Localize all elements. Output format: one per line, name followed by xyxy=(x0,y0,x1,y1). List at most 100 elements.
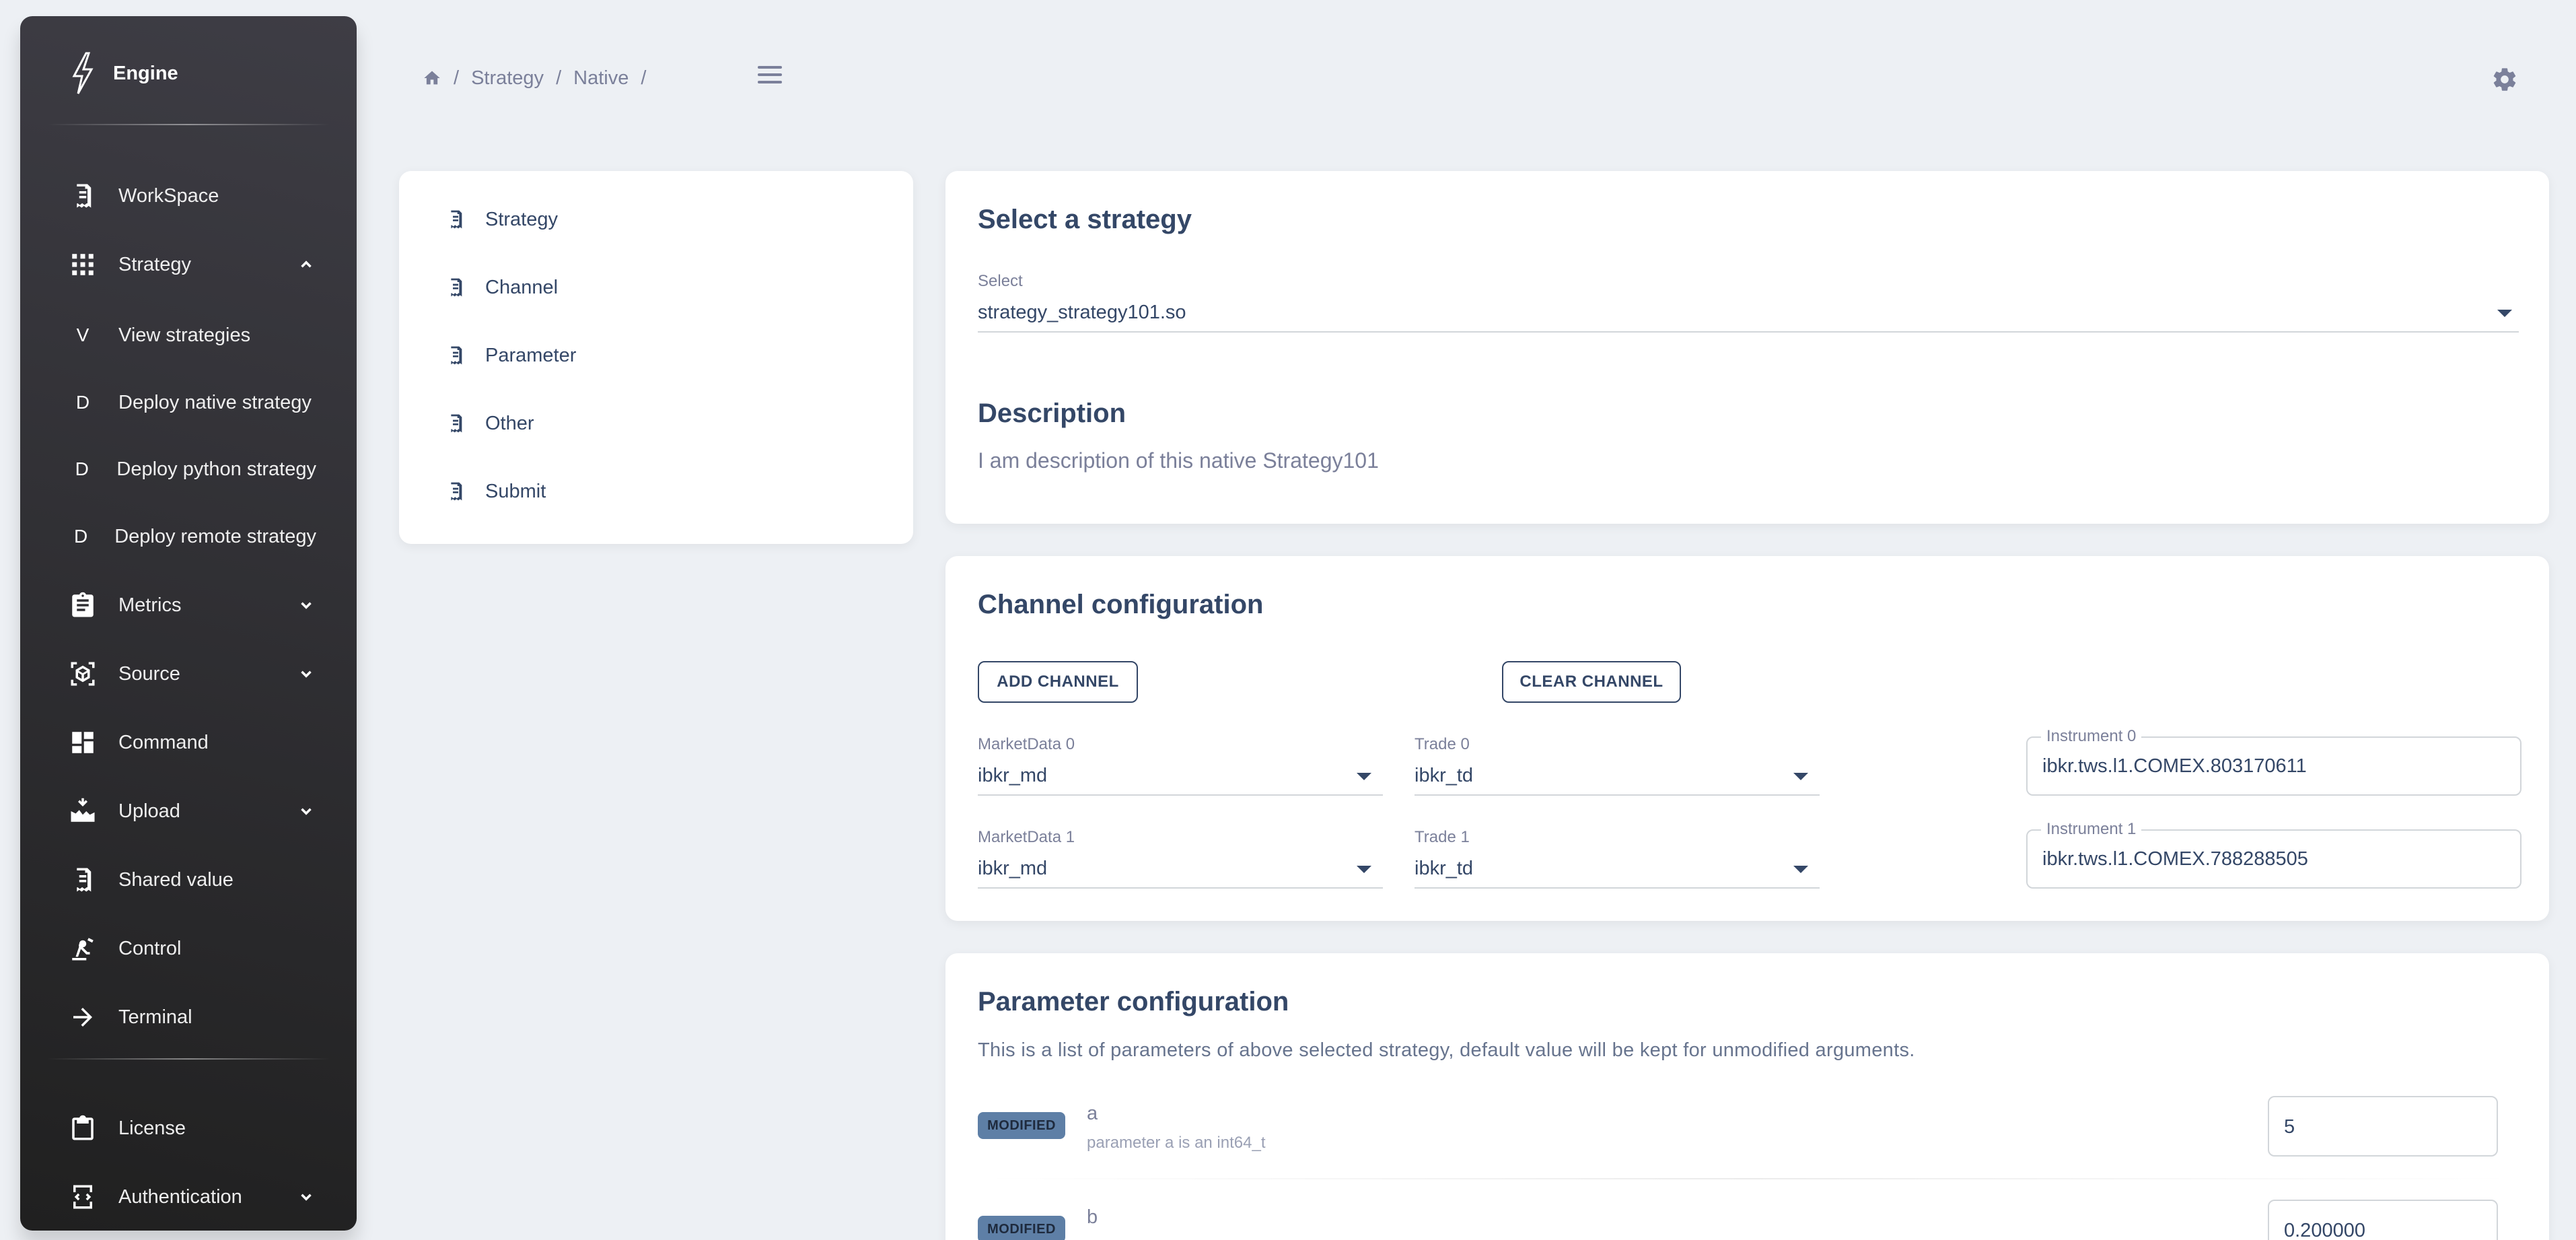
instrument-field[interactable]: Instrument 1 ibkr.tws.l1.COMEX.788288505 xyxy=(2026,820,2521,889)
select-underline xyxy=(978,887,1383,889)
breadcrumb-separator: / xyxy=(641,67,647,89)
sidebar-item-strategy[interactable]: Strategy xyxy=(67,238,316,291)
select-strategy-card: Select a strategy Select strategy_strate… xyxy=(945,171,2549,524)
param-value: 0.200000 xyxy=(2284,1220,2365,1240)
sidebar-item-deploy-python-strategy[interactable]: D Deploy python strategy xyxy=(67,442,316,496)
chevron-down-icon[interactable] xyxy=(296,1187,316,1207)
breadcrumb-separator: / xyxy=(556,67,562,89)
step-label: Other xyxy=(485,412,534,434)
chevron-up-icon[interactable] xyxy=(296,254,316,275)
menu-toggle-icon[interactable] xyxy=(756,63,783,88)
brand-name: Engine xyxy=(113,62,178,84)
sidebar: Engine WorkSpace Strategy V View strateg… xyxy=(20,16,357,1231)
sidebar-item-label: WorkSpace xyxy=(118,184,219,207)
sidebar-item-label: Shared value xyxy=(118,868,234,891)
chevron-down-icon[interactable] xyxy=(296,595,316,615)
sidebar-item-label: Command xyxy=(118,731,209,753)
step-parameter[interactable]: Parameter xyxy=(445,335,576,376)
sidebar-item-letter: D xyxy=(73,526,88,547)
breadcrumb-item-strategy[interactable]: Strategy xyxy=(471,67,544,90)
sidebar-divider xyxy=(47,124,330,125)
step-strategy[interactable]: Strategy xyxy=(445,199,558,240)
gear-icon[interactable] xyxy=(2491,66,2518,93)
sidebar-item-label: License xyxy=(118,1117,186,1139)
breadcrumb-separator: / xyxy=(454,67,460,89)
marketdata-label: MarketData 0 xyxy=(978,735,1075,753)
select-underline xyxy=(1415,794,1820,796)
sidebar-item-label: Authentication xyxy=(118,1185,242,1208)
sidebar-item-letter: D xyxy=(75,392,90,413)
param-value-input[interactable]: 5 xyxy=(2268,1096,2498,1157)
instrument-label: Instrument 0 xyxy=(2041,727,2142,746)
receipt-icon xyxy=(449,210,462,229)
trade-value: ibkr_td xyxy=(1415,765,1474,786)
step-submit[interactable]: Submit xyxy=(445,471,546,512)
chevron-down-icon[interactable] xyxy=(296,801,316,821)
sidebar-item-view-strategies[interactable]: V View strategies xyxy=(67,308,316,362)
receipt-icon xyxy=(449,278,462,297)
caret-down-icon[interactable] xyxy=(1357,866,1371,873)
sidebar-item-source[interactable]: Source xyxy=(67,647,316,701)
instrument-field[interactable]: Instrument 0 ibkr.tws.l1.COMEX.803170611 xyxy=(2026,727,2521,796)
sidebar-item-letter: V xyxy=(76,324,90,345)
step-label: Channel xyxy=(485,276,559,298)
sidebar-item-workspace[interactable]: WorkSpace xyxy=(67,169,316,223)
trade-label: Trade 1 xyxy=(1415,828,1470,846)
sidebar-item-terminal[interactable]: Terminal xyxy=(67,990,316,1044)
receipt-icon xyxy=(67,864,98,895)
sidebar-item-upload[interactable]: Upload xyxy=(67,784,316,838)
sidebar-item-deploy-native-strategy[interactable]: D Deploy native strategy xyxy=(67,376,316,429)
chevron-down-icon[interactable] xyxy=(296,664,316,684)
step-channel[interactable]: Channel xyxy=(445,267,558,308)
sidebar-item-deploy-remote-strategy[interactable]: D Deploy remote strategy xyxy=(67,510,316,563)
clear-channel-button[interactable]: CLEAR CHANNEL xyxy=(1502,661,1681,703)
clipboard-icon xyxy=(67,1113,98,1144)
param-name: b xyxy=(1087,1206,1098,1228)
sidebar-item-shared-value[interactable]: Shared value xyxy=(67,853,316,907)
step-other[interactable]: Other xyxy=(445,403,534,444)
dashboard-icon xyxy=(67,727,98,758)
caret-down-icon[interactable] xyxy=(1793,866,1808,873)
trade-value: ibkr_td xyxy=(1415,858,1474,879)
select-underline xyxy=(978,794,1383,796)
marketdata-value: ibkr_md xyxy=(978,765,1048,786)
sidebar-item-authentication[interactable]: Authentication xyxy=(67,1170,316,1224)
caret-down-icon[interactable] xyxy=(1357,773,1371,780)
instrument-value: ibkr.tws.l1.COMEX.788288505 xyxy=(2042,848,2308,870)
home-icon[interactable] xyxy=(423,69,441,88)
sidebar-item-label: View strategies xyxy=(118,324,251,346)
select-label: Select xyxy=(978,272,1023,290)
parameter-configuration-card: Parameter configuration This is a list o… xyxy=(945,953,2549,1240)
marketdata-value: ibkr_md xyxy=(978,858,1048,879)
step-label: Submit xyxy=(485,480,546,502)
sidebar-item-label: Deploy remote strategy xyxy=(114,525,316,547)
description-title: Description xyxy=(978,399,1126,428)
arrow-right-icon xyxy=(67,1002,98,1033)
sidebar-item-label: Strategy xyxy=(118,253,191,275)
receipt-icon xyxy=(449,482,462,501)
card-title: Select a strategy xyxy=(978,205,1192,234)
card-subtitle: This is a list of parameters of above se… xyxy=(978,1039,1915,1061)
brand[interactable]: Engine xyxy=(69,50,178,97)
sidebar-item-label: Deploy native strategy xyxy=(118,391,312,413)
param-value-input[interactable]: 0.200000 xyxy=(2268,1200,2498,1240)
caret-down-icon[interactable] xyxy=(2497,310,2512,317)
marketdata-label: MarketData 1 xyxy=(978,828,1075,846)
apps-grid-icon xyxy=(67,249,98,280)
add-channel-button[interactable]: ADD CHANNEL xyxy=(978,661,1138,703)
sidebar-item-control[interactable]: Control xyxy=(67,922,316,975)
card-title: Parameter configuration xyxy=(978,987,1289,1017)
receipt-icon xyxy=(449,346,462,365)
select-underline xyxy=(978,331,2519,333)
caret-down-icon[interactable] xyxy=(1793,773,1808,780)
sidebar-item-label: Metrics xyxy=(118,594,182,616)
cube-scan-icon xyxy=(67,658,98,689)
sidebar-item-command[interactable]: Command xyxy=(67,716,316,769)
sidebar-item-license[interactable]: License xyxy=(67,1101,316,1155)
instrument-label: Instrument 1 xyxy=(2041,820,2142,839)
sidebar-item-metrics[interactable]: Metrics xyxy=(67,578,316,632)
steps-card: Strategy Channel Parameter Other Submit xyxy=(399,171,913,544)
breadcrumb-item-native[interactable]: Native xyxy=(573,67,629,90)
receipt-icon xyxy=(67,180,98,211)
trade-label: Trade 0 xyxy=(1415,735,1470,753)
